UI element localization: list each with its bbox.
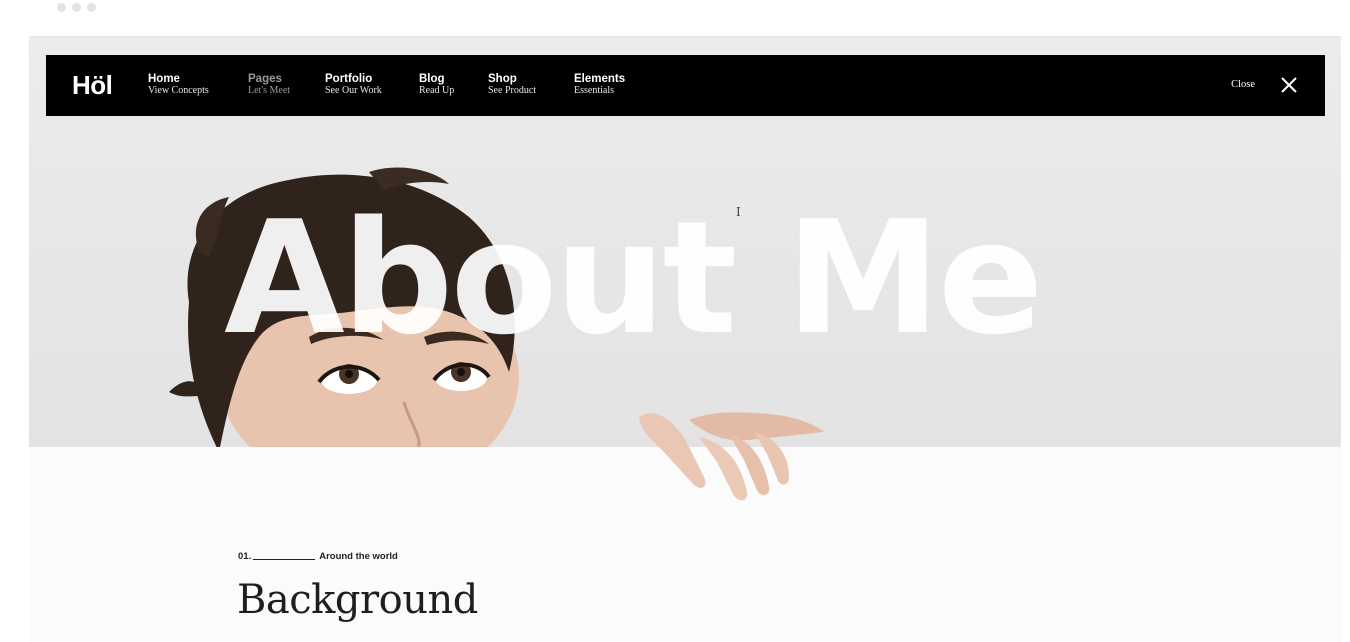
hand-image <box>639 412 824 501</box>
nav-item-title: Pages <box>248 73 282 85</box>
nav-item-home[interactable]: Home View Concepts <box>148 73 209 97</box>
section-divider <box>253 559 316 560</box>
window-controls <box>57 3 96 12</box>
nav-item-subtitle: Let's Meet <box>248 85 291 96</box>
section-number: 01. <box>238 551 252 562</box>
nav-item-title: Elements <box>574 73 626 85</box>
nav-item-blog[interactable]: Blog Read Up <box>419 73 454 97</box>
nav-item-subtitle: Read Up <box>419 85 455 96</box>
nav-item-title: Portfolio <box>325 73 373 85</box>
window-dot-close[interactable] <box>57 3 66 12</box>
top-navbar: Höl Home View Concepts Pages Let's Meet … <box>46 55 1325 116</box>
nav-item-title: Shop <box>488 73 517 85</box>
nav-item-pages[interactable]: Pages Let's Meet <box>248 73 290 97</box>
close-icon[interactable] <box>1279 75 1299 95</box>
nav-item-subtitle: See Product <box>488 85 537 96</box>
section-title: Background <box>237 577 478 623</box>
nav-item-subtitle: View Concepts <box>148 85 209 96</box>
nav-item-subtitle: Essentials <box>574 85 614 96</box>
browser-viewport: About Me I Höl Home View Concepts Pages … <box>29 36 1341 642</box>
nav-item-subtitle: See Our Work <box>325 85 382 96</box>
hero-section: About Me I Höl Home View Concepts Pages … <box>29 37 1341 447</box>
text-cursor-icon: I <box>736 205 741 219</box>
nav-item-elements[interactable]: Elements Essentials <box>574 73 625 97</box>
hero-title: About Me <box>224 187 1044 369</box>
nav-item-shop[interactable]: Shop See Product <box>488 73 536 97</box>
section-eyebrow: 01. Around the world <box>238 551 398 562</box>
nav-item-portfolio[interactable]: Portfolio See Our Work <box>325 73 382 97</box>
site-logo[interactable]: Höl <box>72 70 113 101</box>
close-menu-label[interactable]: Close <box>1231 79 1255 90</box>
nav-item-title: Home <box>148 73 180 85</box>
window-dot-minimize[interactable] <box>72 3 81 12</box>
nav-item-title: Blog <box>419 73 445 85</box>
section-eyebrow-text: Around the world <box>319 551 398 562</box>
window-dot-maximize[interactable] <box>87 3 96 12</box>
